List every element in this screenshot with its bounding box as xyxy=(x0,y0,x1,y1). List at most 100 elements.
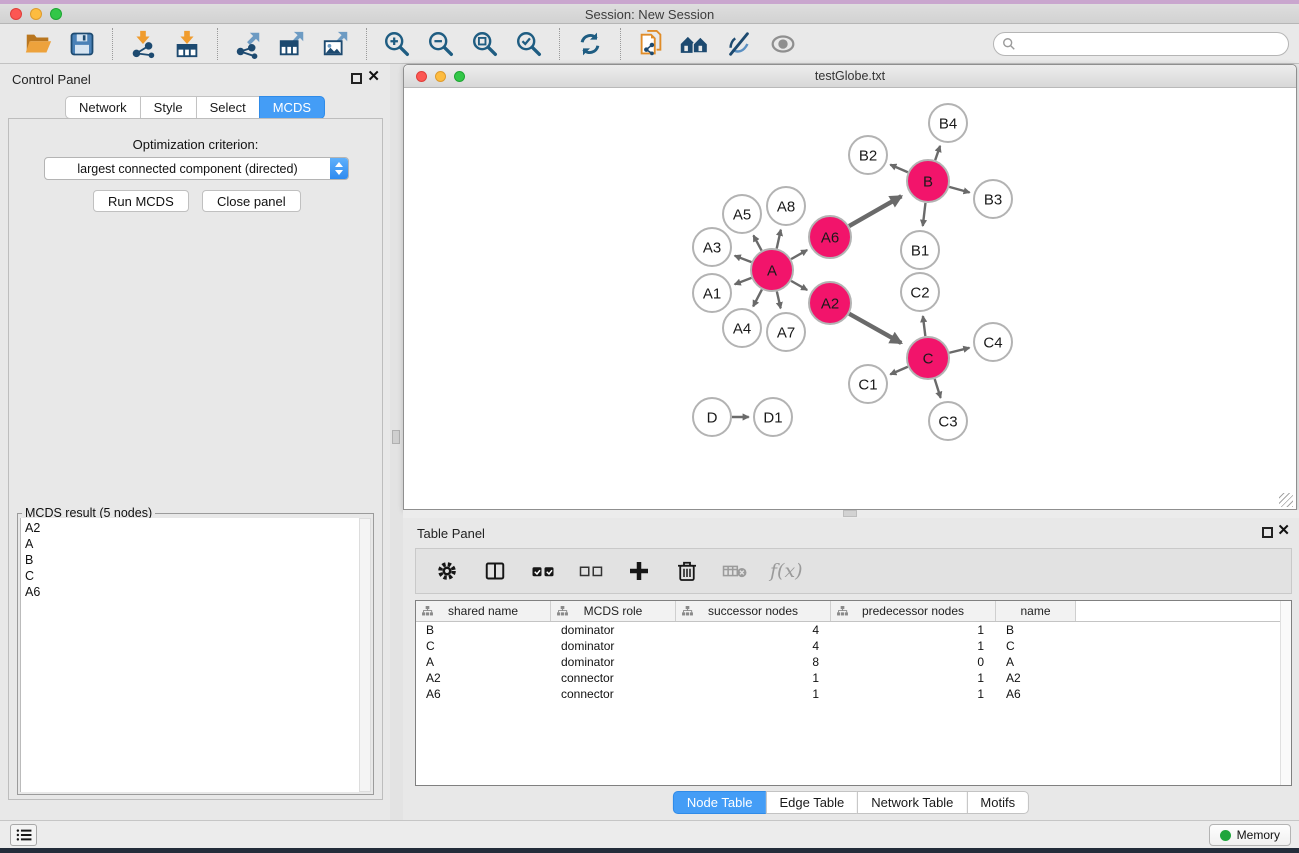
select-all-checkboxes-icon[interactable] xyxy=(530,558,556,584)
new-network-view-icon[interactable] xyxy=(635,28,667,60)
table-row[interactable]: Bdominator41B xyxy=(416,622,1291,638)
float-panel-icon[interactable] xyxy=(351,73,362,84)
close-panel-button[interactable]: Close panel xyxy=(202,190,301,212)
clear-table-icon[interactable] xyxy=(722,558,748,584)
cell-shared-name[interactable]: A2 xyxy=(416,670,551,686)
export-table-icon[interactable] xyxy=(276,28,308,60)
tab-network[interactable]: Network xyxy=(65,96,141,119)
cell-shared-name[interactable]: A xyxy=(416,654,551,670)
task-history-list-icon[interactable] xyxy=(10,824,37,846)
graph-edge-A2-C[interactable] xyxy=(849,314,901,343)
graph-edge-A-A6[interactable] xyxy=(791,250,807,259)
memory-button[interactable]: Memory xyxy=(1209,824,1291,846)
graph-edge-B-B2[interactable] xyxy=(890,165,908,173)
import-network-icon[interactable] xyxy=(127,28,159,60)
result-item-a6[interactable]: A6 xyxy=(25,584,359,600)
graph-edge-A-A8[interactable] xyxy=(777,230,781,249)
cell-successor-nodes[interactable]: 8 xyxy=(676,654,831,670)
cell-name[interactable]: A xyxy=(996,654,1076,670)
search-input[interactable] xyxy=(1016,37,1288,51)
divider-grip[interactable] xyxy=(392,430,400,444)
tab-motifs[interactable]: Motifs xyxy=(966,791,1029,814)
show-columns-icon[interactable] xyxy=(482,558,508,584)
graph-edge-C-C1[interactable] xyxy=(890,367,908,375)
zoom-selected-icon[interactable] xyxy=(513,28,545,60)
horizontal-panel-divider[interactable] xyxy=(403,510,1299,518)
cell-name[interactable]: B xyxy=(996,622,1076,638)
cell-name[interactable]: A2 xyxy=(996,670,1076,686)
graph-edge-A6-B[interactable] xyxy=(849,196,901,226)
cell-name[interactable]: C xyxy=(996,638,1076,654)
tab-select[interactable]: Select xyxy=(196,96,260,119)
table-row[interactable]: A6connector11A6 xyxy=(416,686,1291,702)
cell-shared-name[interactable]: C xyxy=(416,638,551,654)
tab-style[interactable]: Style xyxy=(140,96,197,119)
table-row[interactable]: Adominator80A xyxy=(416,654,1291,670)
cell-predecessor-nodes[interactable]: 1 xyxy=(831,638,996,654)
window-resize-grip[interactable] xyxy=(1279,493,1293,507)
zoom-out-icon[interactable] xyxy=(425,28,457,60)
show-hide-eye-icon[interactable] xyxy=(767,28,799,60)
cell-shared-name[interactable]: A6 xyxy=(416,686,551,702)
result-list-scrollbar[interactable] xyxy=(359,518,371,792)
table-scrollbar[interactable] xyxy=(1280,601,1291,785)
table-row[interactable]: Cdominator41C xyxy=(416,638,1291,654)
cell-successor-nodes[interactable]: 4 xyxy=(676,622,831,638)
graph-edge-A-A4[interactable] xyxy=(753,290,762,307)
table-row[interactable]: A2connector11A2 xyxy=(416,670,1291,686)
tab-network-table[interactable]: Network Table xyxy=(857,791,967,814)
add-column-plus-icon[interactable] xyxy=(626,558,652,584)
network-canvas[interactable]: B4B2BB3A8A5A6A3B1AA1C2A2A4A7C4CC1DD1C3 xyxy=(405,88,1295,509)
result-item-a2[interactable]: A2 xyxy=(25,520,359,536)
graph-edge-A-A5[interactable] xyxy=(753,235,761,250)
float-panel-icon[interactable] xyxy=(1262,527,1273,538)
column-header-MCDS-role[interactable]: MCDS role xyxy=(551,601,676,621)
export-network-icon[interactable] xyxy=(232,28,264,60)
tab-edge-table[interactable]: Edge Table xyxy=(765,791,858,814)
cell-predecessor-nodes[interactable]: 1 xyxy=(831,686,996,702)
graph-edge-C-C3[interactable] xyxy=(935,379,941,398)
delete-column-trash-icon[interactable] xyxy=(674,558,700,584)
column-settings-gear-icon[interactable] xyxy=(434,558,460,584)
cell-MCDS-role[interactable]: dominator xyxy=(551,638,676,654)
cell-predecessor-nodes[interactable]: 0 xyxy=(831,654,996,670)
cell-successor-nodes[interactable]: 1 xyxy=(676,670,831,686)
zoom-fit-icon[interactable] xyxy=(469,28,501,60)
tab-mcds[interactable]: MCDS xyxy=(259,96,325,119)
run-mcds-button[interactable]: Run MCDS xyxy=(93,190,189,212)
column-header-shared-name[interactable]: shared name xyxy=(416,601,551,621)
cell-predecessor-nodes[interactable]: 1 xyxy=(831,670,996,686)
apply-preferred-layout-icon[interactable] xyxy=(679,28,711,60)
vertical-panel-divider[interactable] xyxy=(390,64,403,820)
column-header-predecessor-nodes[interactable]: predecessor nodes xyxy=(831,601,996,621)
import-table-icon[interactable] xyxy=(171,28,203,60)
cell-name[interactable]: A6 xyxy=(996,686,1076,702)
cell-MCDS-role[interactable]: connector xyxy=(551,686,676,702)
divider-grip[interactable] xyxy=(843,510,857,517)
network-window-titlebar[interactable]: testGlobe.txt xyxy=(404,65,1296,88)
export-image-icon[interactable] xyxy=(320,28,352,60)
hide-graphics-details-icon[interactable] xyxy=(723,28,755,60)
result-item-a[interactable]: A xyxy=(25,536,359,552)
cell-successor-nodes[interactable]: 4 xyxy=(676,638,831,654)
cell-shared-name[interactable]: B xyxy=(416,622,551,638)
zoom-in-icon[interactable] xyxy=(381,28,413,60)
graph-edge-C-C2[interactable] xyxy=(923,316,925,336)
graph-edge-A-A7[interactable] xyxy=(777,291,781,308)
close-panel-icon[interactable]: ✕ xyxy=(367,69,380,84)
graph-edge-B-B4[interactable] xyxy=(935,146,940,160)
graph-edge-B-B1[interactable] xyxy=(923,203,926,226)
function-builder-icon[interactable]: f(x) xyxy=(770,560,803,582)
mcds-result-list[interactable]: A2ABCA6 xyxy=(20,518,359,792)
tab-node-table[interactable]: Node Table xyxy=(673,791,767,814)
graph-edge-A-A2[interactable] xyxy=(791,281,807,290)
cell-MCDS-role[interactable]: dominator xyxy=(551,654,676,670)
global-search-field[interactable] xyxy=(993,32,1289,56)
graph-edge-C-C4[interactable] xyxy=(949,348,969,353)
column-header-successor-nodes[interactable]: successor nodes xyxy=(676,601,831,621)
result-item-b[interactable]: B xyxy=(25,552,359,568)
open-file-icon[interactable] xyxy=(22,28,54,60)
save-session-icon[interactable] xyxy=(66,28,98,60)
criterion-dropdown[interactable]: largest connected component (directed) xyxy=(44,157,349,180)
refresh-network-icon[interactable] xyxy=(574,28,606,60)
